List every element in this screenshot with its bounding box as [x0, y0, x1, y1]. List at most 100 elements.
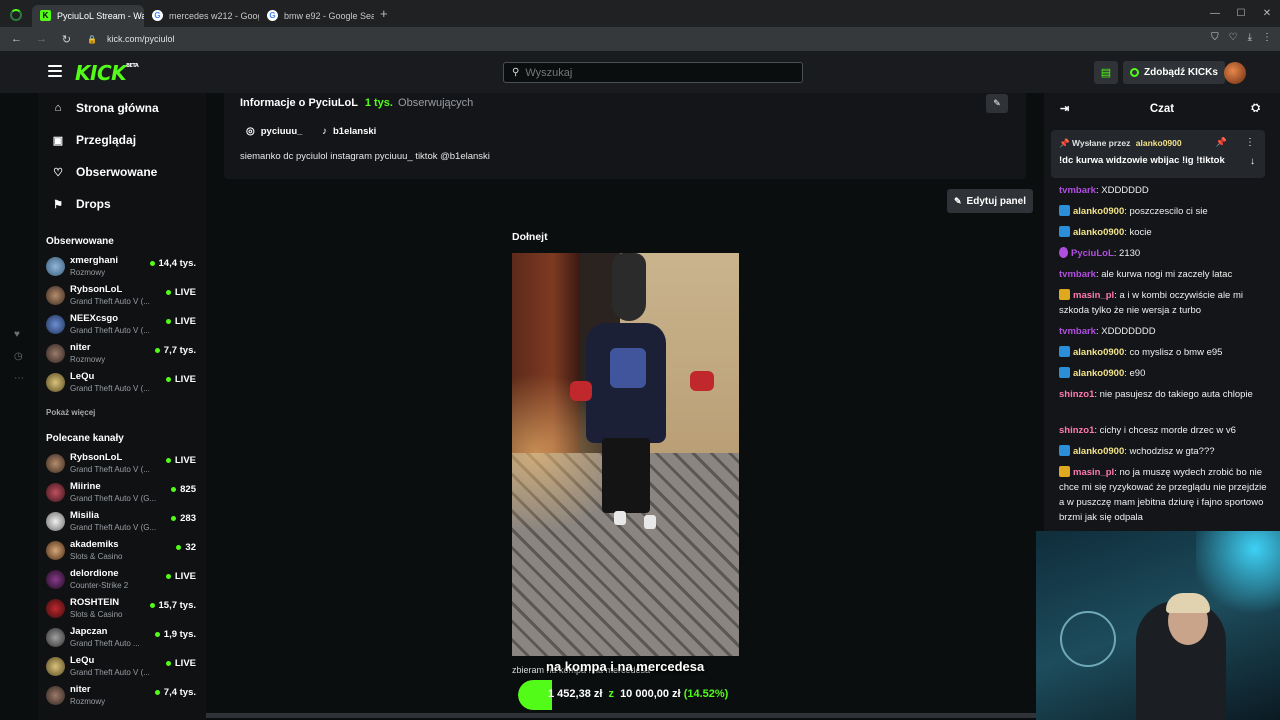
tab-kick[interactable]: K PyciuLoL Stream - Watc ✕	[32, 4, 144, 27]
channel-name: niter	[70, 342, 91, 353]
tiktok-link[interactable]: ♪ b1elanski	[322, 126, 376, 137]
edit-panel-button[interactable]: ✎ Edytuj panel	[947, 189, 1033, 213]
chat-username[interactable]: shinzo1	[1059, 425, 1094, 436]
channel-name: Miirine	[70, 481, 101, 492]
channel-avatar	[46, 483, 65, 502]
channel-name: Misilia	[70, 510, 100, 521]
more-icon[interactable]: ⋯	[14, 373, 24, 384]
viewer-count-text: 7,7 tys.	[163, 345, 196, 356]
shield-icon[interactable]: ⛉	[1211, 32, 1219, 43]
channel-avatar	[46, 454, 65, 473]
channel-item[interactable]: LeQu Grand Theft Auto V (... LIVE	[46, 370, 198, 396]
pin-icon[interactable]: 📌	[1216, 137, 1227, 148]
reload-icon[interactable]: ↻	[58, 33, 75, 46]
nav-home[interactable]: ⌂ Strona główna	[50, 101, 159, 115]
nav-drops[interactable]: ⚑ Drops	[50, 197, 111, 211]
minimize-icon[interactable]: —	[1202, 0, 1228, 26]
get-kicks-label: Zdobądź KICKs	[1144, 67, 1218, 78]
channel-item[interactable]: Miirine Grand Theft Auto V (G... 825	[46, 480, 198, 506]
chat-username[interactable]: alanko0900	[1073, 446, 1124, 457]
live-dot-icon	[149, 603, 155, 608]
collapse-chat-icon[interactable]: ⇥	[1060, 102, 1069, 115]
search-input[interactable]	[525, 66, 776, 79]
viewer-count-text: 825	[180, 484, 196, 495]
chat-username[interactable]: tvmbark	[1059, 269, 1096, 280]
history-icon[interactable]: ◷	[14, 351, 23, 362]
chat-username[interactable]: alanko0900	[1073, 347, 1124, 358]
expand-down-icon[interactable]: ↓	[1250, 156, 1255, 167]
google-favicon-icon: G	[267, 10, 278, 21]
url-field[interactable]: 🔒 kick.com/pyciulol	[87, 34, 175, 44]
chat-username[interactable]: tvmbark	[1059, 185, 1096, 196]
channel-item[interactable]: Japczan Grand Theft Auto ... 1,9 tys.	[46, 625, 198, 651]
blue-badge-icon	[1059, 226, 1070, 237]
channel-item[interactable]: RybsonLoL Grand Theft Auto V (... LIVE	[46, 451, 198, 477]
chat-users-icon[interactable]: ⛭	[1251, 102, 1260, 115]
forward-icon[interactable]: →	[33, 33, 50, 45]
show-more-link[interactable]: Pokaż więcej	[46, 408, 95, 417]
back-icon[interactable]: ←	[8, 33, 25, 45]
channel-item[interactable]: xmerghani Rozmowy 14,4 tys.	[46, 254, 198, 280]
channel-item[interactable]: LeQu Grand Theft Auto V (... LIVE	[46, 654, 198, 680]
instagram-link[interactable]: ◎ pyciuuu_	[246, 126, 302, 137]
tiktok-icon: ♪	[322, 126, 327, 137]
chat-username[interactable]: alanko0900	[1073, 368, 1124, 379]
chat-username[interactable]: masin_pl	[1073, 290, 1114, 301]
browser-tab-bar: K PyciuLoL Stream - Watc ✕ G mercedes w2…	[0, 0, 1280, 27]
channel-item[interactable]: akademiks Slots & Casino 32	[46, 538, 198, 564]
get-kicks-button[interactable]: Zdobądź KICKs	[1123, 61, 1225, 84]
chat-username[interactable]: alanko0900	[1073, 206, 1124, 217]
channel-item[interactable]: delordione Counter-Strike 2 LIVE	[46, 567, 198, 593]
chat-username[interactable]: alanko0900	[1073, 227, 1124, 238]
edit-panel-label: Edytuj panel	[966, 195, 1026, 207]
live-dot-icon	[171, 487, 177, 492]
viewer-count: 1,9 tys.	[154, 629, 196, 640]
channel-avatar	[46, 512, 65, 531]
more-options-icon[interactable]: ⋮	[1245, 137, 1255, 148]
nav-following[interactable]: ♡ Obserwowane	[50, 165, 157, 179]
user-avatar[interactable]	[1224, 62, 1246, 84]
nav-browse[interactable]: ▣ Przeglądaj	[50, 133, 136, 147]
channel-avatar	[46, 570, 65, 589]
pin-small-icon: 📌	[1059, 138, 1070, 148]
channel-avatar	[46, 344, 65, 363]
channel-item[interactable]: ROSHTEIN Slots & Casino 15,7 tys.	[46, 596, 198, 622]
channel-avatar	[46, 286, 65, 305]
download-icon[interactable]: ⤓	[1248, 32, 1252, 43]
maximize-icon[interactable]: ☐	[1228, 0, 1254, 26]
chat-header: ⇥ Czat ⛭	[1044, 93, 1280, 125]
channel-item[interactable]: niter Rozmowy 7,4 tys.	[46, 683, 198, 709]
viewer-count-text: LIVE	[174, 658, 196, 669]
search-box[interactable]: ⚲	[503, 62, 803, 83]
channel-category: Rozmowy	[70, 268, 106, 277]
chat-username[interactable]: tvmbark	[1059, 326, 1096, 337]
heart-icon[interactable]: ♡	[1229, 32, 1238, 43]
recommended-section-title: Polecane kanały	[46, 433, 124, 444]
heart-icon[interactable]: ♥	[14, 329, 20, 340]
donate-panel-image[interactable]	[512, 253, 739, 656]
tab-mercedes[interactable]: G mercedes w212 - Goog ✕	[144, 5, 259, 27]
chat-text: : 2130	[1113, 248, 1141, 259]
channel-item[interactable]: RybsonLoL Grand Theft Auto V (... LIVE	[46, 283, 198, 309]
purple-badge-icon	[1059, 247, 1068, 258]
goal-percent: (14.52%)	[683, 688, 729, 700]
channel-item[interactable]: niter Rozmowy 7,7 tys.	[46, 341, 198, 367]
chat-text: : cichy i chcesz morde drzec w v6	[1094, 425, 1236, 436]
hamburger-menu-icon[interactable]	[48, 65, 62, 77]
menu-icon[interactable]: ⋮	[1262, 32, 1272, 43]
live-dot-icon	[165, 661, 171, 666]
chat-message: alanko0900: e90	[1059, 366, 1273, 381]
chat-username[interactable]: masin_pl	[1073, 467, 1114, 478]
chat-username[interactable]: shinzo1	[1059, 389, 1094, 400]
chat-message: tvmbark: XDDDDDD	[1059, 183, 1273, 198]
kick-logo[interactable]: KICKBETA	[75, 61, 139, 85]
channel-item[interactable]: NEEXcsgo Grand Theft Auto V (... LIVE	[46, 312, 198, 338]
channel-item[interactable]: Misilia Grand Theft Auto V (G... 283	[46, 509, 198, 535]
tab-bmw[interactable]: G bmw e92 - Google Sea ✕	[259, 5, 374, 27]
horizontal-scrollbar[interactable]	[206, 713, 1044, 718]
chat-username[interactable]: PyciuLoL	[1071, 248, 1114, 259]
close-window-icon[interactable]: ✕	[1254, 0, 1280, 26]
edit-pencil-icon[interactable]: ✎	[986, 94, 1008, 113]
new-tab-button[interactable]: +	[380, 6, 388, 21]
drops-inventory-icon[interactable]: ▤	[1094, 61, 1118, 84]
